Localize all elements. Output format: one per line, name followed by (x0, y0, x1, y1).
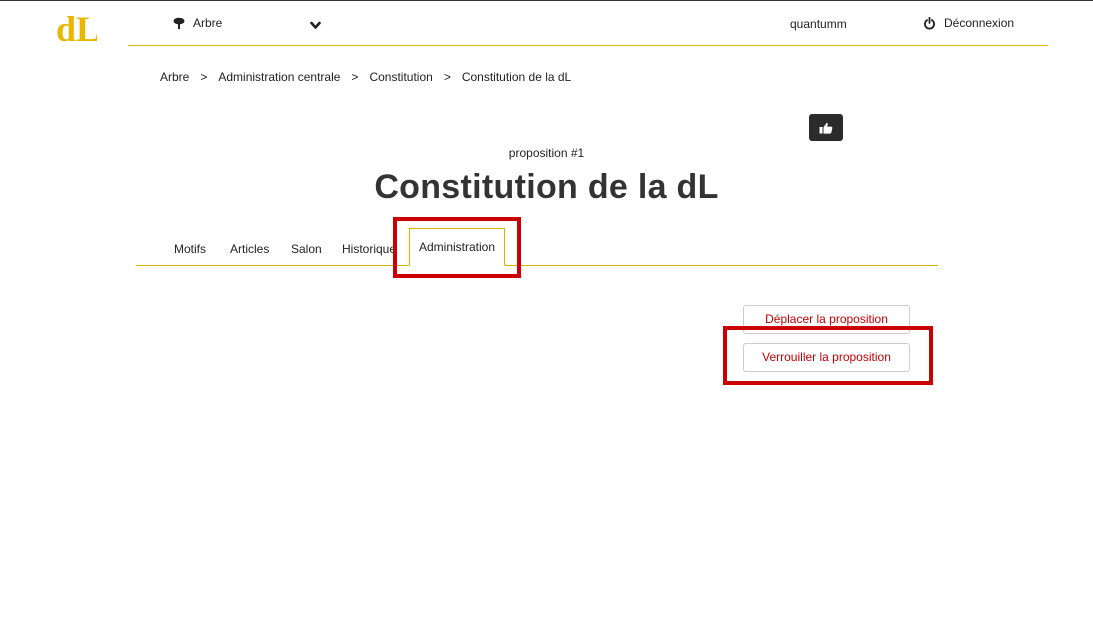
page-title: Constitution de la dL (374, 168, 719, 206)
thumbs-up-icon (819, 122, 833, 134)
user-name[interactable]: quantumm (790, 17, 847, 31)
dl-logo[interactable]: dL (55, 8, 100, 51)
logout-label: Déconnexion (944, 16, 1015, 30)
breadcrumb-item-current: Constitution de la dL (461, 70, 572, 84)
highlight-box-tab (393, 217, 521, 278)
tree-menu[interactable]: Arbre (173, 16, 222, 30)
tree-icon (173, 17, 185, 29)
tab-historique[interactable]: Historique (342, 242, 396, 256)
chevron-down-icon[interactable] (310, 17, 321, 35)
tab-articles[interactable]: Articles (230, 242, 269, 256)
breadcrumb: Arbre > Administration centrale > Consti… (160, 70, 571, 84)
window-top-border (0, 0, 1093, 1)
breadcrumb-separator: > (443, 70, 451, 84)
breadcrumb-separator: > (351, 70, 359, 84)
logo-mark: dL (56, 9, 100, 49)
highlight-box-lock (723, 326, 933, 385)
power-icon (924, 16, 935, 30)
top-navbar: Arbre quantumm Déconnexion (128, 8, 1048, 46)
tabs-underline (136, 265, 938, 266)
breadcrumb-separator: > (200, 70, 208, 84)
breadcrumb-item-arbre[interactable]: Arbre (160, 70, 189, 84)
proposal-number: proposition #1 (508, 146, 585, 160)
tab-motifs[interactable]: Motifs (174, 242, 206, 256)
breadcrumb-item-constitution[interactable]: Constitution (369, 70, 432, 84)
tree-label: Arbre (193, 16, 223, 30)
logout-button[interactable]: Déconnexion (923, 16, 1014, 30)
like-button[interactable] (809, 114, 843, 141)
logo-text: dL (56, 9, 97, 46)
tab-salon[interactable]: Salon (291, 242, 322, 256)
breadcrumb-item-administration-centrale[interactable]: Administration centrale (218, 70, 340, 84)
